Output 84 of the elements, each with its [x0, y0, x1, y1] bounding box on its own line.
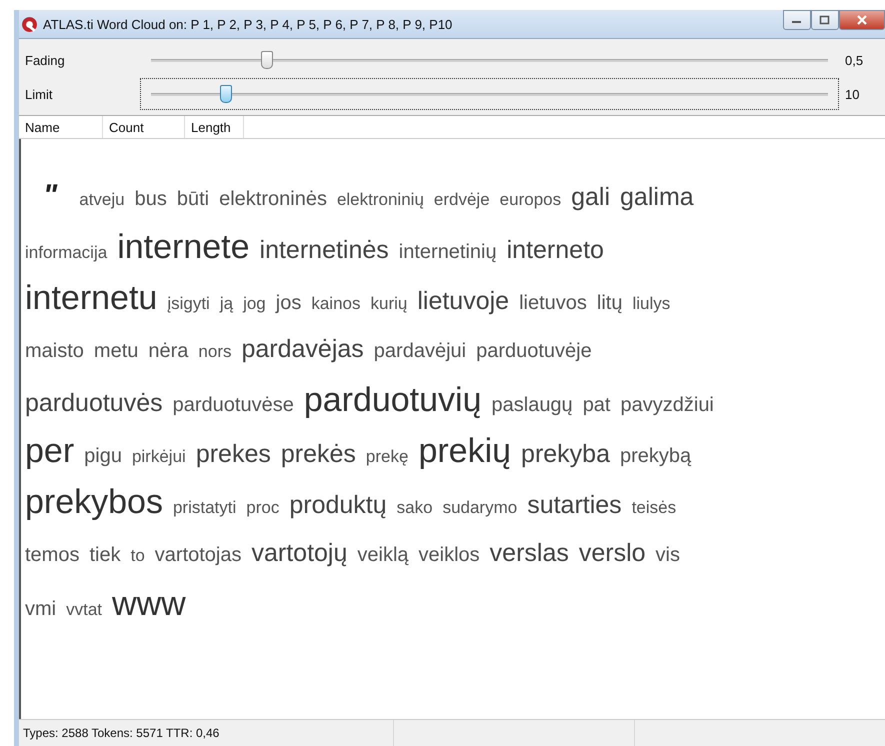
- cloud-word: elektroninės: [219, 187, 327, 212]
- cloud-word: jos: [276, 291, 302, 316]
- cloud-word: prekių: [418, 431, 512, 472]
- cloud-word: internete: [117, 227, 250, 268]
- cloud-word: verslas: [490, 538, 569, 569]
- cloud-word: temos: [25, 543, 80, 568]
- cloud-word: jog: [243, 293, 266, 315]
- cloud-word: internetu: [25, 278, 158, 319]
- cloud-word: elektroninių: [336, 189, 424, 211]
- cloud-word: sako: [396, 497, 433, 519]
- slider-thumb[interactable]: [220, 84, 232, 102]
- cloud-word: gali: [571, 182, 610, 213]
- cloud-word: metu: [94, 339, 138, 364]
- cloud-word: pristatyti: [172, 497, 236, 519]
- cloud-word: ją: [220, 293, 234, 315]
- slider-thumb[interactable]: [261, 50, 274, 68]
- cloud-word: to: [130, 545, 145, 567]
- cloud-word: vartotojų: [252, 538, 348, 569]
- cloud-word: prekybą: [620, 444, 692, 469]
- cloud-word: veiklą: [357, 543, 409, 568]
- cloud-word: nėra: [148, 339, 188, 364]
- slider-label: Limit: [25, 86, 54, 102]
- cloud-word: europos: [500, 189, 562, 211]
- cloud-word: pavyzdžiui: [620, 393, 714, 418]
- cloud-word: galima: [620, 182, 694, 213]
- cloud-word: vvtat: [66, 599, 102, 621]
- cloud-word: pardavėjas: [241, 334, 364, 365]
- window-title: ATLAS.ti Word Cloud on: P 1, P 2, P 3, P 4, P 5, P 6, P 7, P 8, P 9, P10: [43, 16, 454, 32]
- minimize-button[interactable]: [783, 10, 811, 30]
- cloud-word: pigu: [84, 444, 122, 469]
- app-logo-icon: [21, 16, 38, 32]
- slider-value: 10: [844, 86, 860, 102]
- cloud-word: prekes: [196, 439, 271, 470]
- cloud-word: lietuvoje: [417, 286, 510, 317]
- cloud-word: pardavėjui: [374, 339, 466, 364]
- cloud-word: internetinės: [260, 235, 389, 266]
- cloud-word: pat: [582, 393, 610, 418]
- cloud-word: prekyba: [521, 439, 610, 470]
- slider-label: Fading: [25, 52, 66, 68]
- cloud-word: sudarymo: [442, 497, 518, 519]
- cloud-word: vartotojas: [154, 543, 242, 568]
- cloud-word: verslo: [578, 538, 646, 569]
- cloud-word: parduotuvėje: [476, 339, 592, 364]
- cloud-word: informacija: [25, 242, 108, 264]
- cloud-word: pirkėjui: [132, 446, 186, 468]
- cloud-word: sutarties: [527, 490, 622, 521]
- cloud-word: parduotuvėse: [172, 393, 294, 418]
- cloud-word: produktų: [289, 490, 387, 521]
- cloud-word: būti: [176, 187, 210, 212]
- slider[interactable]: [140, 78, 839, 110]
- cloud-word: prekės: [280, 439, 356, 470]
- cloud-word: įsigyti: [167, 293, 210, 315]
- cloud-word: teisės: [632, 497, 676, 519]
- cloud-word: interneto: [506, 235, 604, 266]
- cloud-word: internetinių: [398, 240, 497, 265]
- cloud-word: veiklos: [418, 543, 480, 568]
- cloud-word: proc: [246, 497, 280, 519]
- cloud-word: prekę: [366, 446, 408, 468]
- cloud-word: vmi: [25, 597, 56, 622]
- close-icon: [856, 15, 868, 25]
- cloud-word: erdvėje: [434, 189, 490, 211]
- cloud-word: maisto: [25, 339, 84, 364]
- cloud-word: litų: [596, 291, 622, 316]
- slider-value: 0,5: [844, 52, 864, 68]
- close-button[interactable]: [839, 10, 885, 30]
- cloud-word: tiek: [89, 543, 121, 568]
- cloud-word: liulys: [632, 293, 670, 315]
- cloud-word: kurių: [370, 293, 408, 315]
- maximize-button[interactable]: [811, 10, 839, 30]
- cloud-word: nors: [198, 341, 232, 363]
- cloud-word: www: [112, 584, 186, 625]
- cloud-word: prekybos: [25, 482, 163, 523]
- cloud-word: parduotuvių: [304, 380, 482, 421]
- cloud-word: paslaugų: [492, 393, 573, 418]
- cloud-word: ": [42, 178, 58, 214]
- status-text: Types: 2588 Tokens: 5571 TTR: 0,46: [22, 726, 220, 740]
- cloud-word: atveju: [79, 189, 125, 211]
- cloud-word: per: [25, 431, 74, 472]
- cloud-word: kainos: [311, 293, 360, 315]
- cloud-word: lietuvos: [519, 291, 587, 316]
- maximize-icon: [819, 15, 831, 25]
- cloud-word: vis: [656, 543, 680, 568]
- cloud-word: parduotuvės: [25, 388, 163, 419]
- cloud-word: bus: [134, 187, 167, 212]
